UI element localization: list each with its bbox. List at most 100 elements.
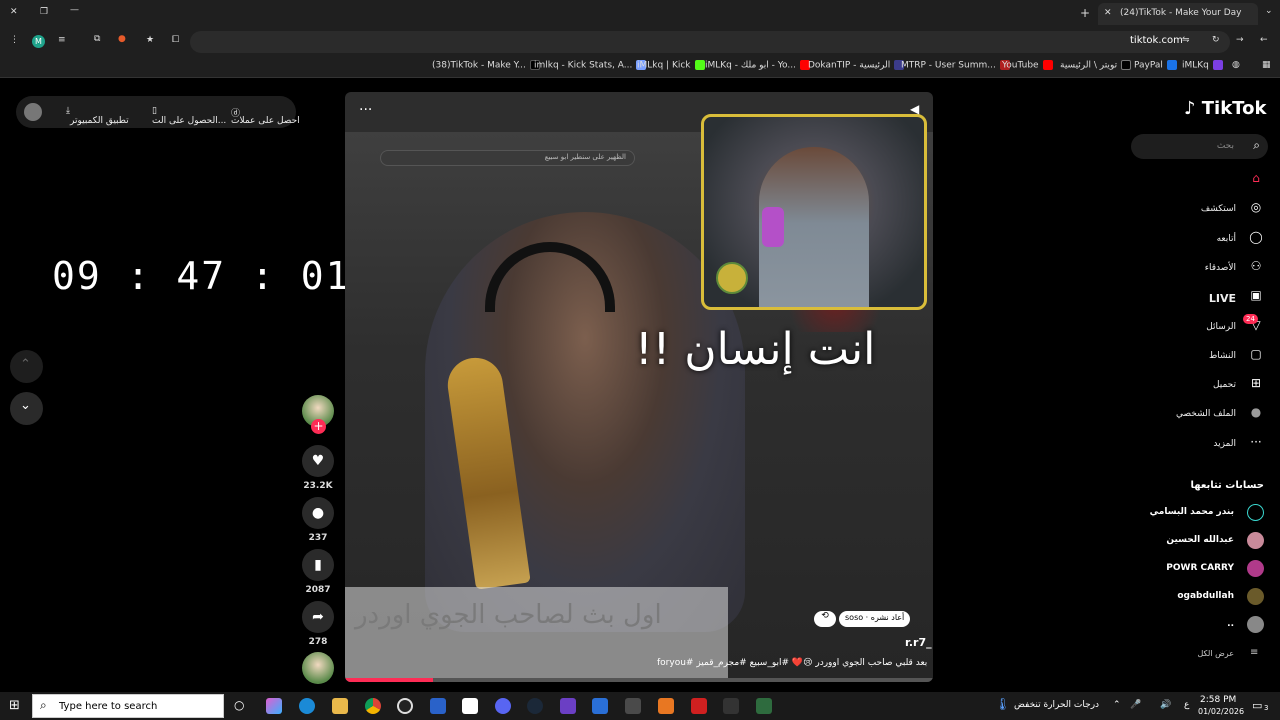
sidebar-item-label[interactable]: المزيد — [1213, 439, 1236, 449]
compass-icon[interactable]: ◎ — [1247, 200, 1265, 218]
see-all-link[interactable]: عرض الكل — [1197, 649, 1234, 658]
sidebar-item-label[interactable]: أتابعه — [1217, 234, 1236, 244]
capcut-icon[interactable] — [462, 698, 478, 714]
profile-icon[interactable]: ● — [1247, 405, 1265, 423]
following-name[interactable]: عبدالله الحسين — [1166, 535, 1234, 545]
bookmark-item[interactable]: imlkq - Kick Stats, A... — [534, 60, 647, 71]
app-icon[interactable] — [592, 698, 608, 714]
share-button[interactable]: ➦ — [302, 601, 334, 633]
coins-link[interactable]: احصل على عملات ⓓ — [231, 106, 300, 126]
forward-icon[interactable]: → — [1236, 35, 1244, 45]
following-avatar[interactable] — [1247, 560, 1264, 577]
close-window-icon[interactable]: ✕ — [10, 7, 18, 17]
user-avatar[interactable] — [24, 103, 42, 121]
language-indicator[interactable]: ع — [1184, 700, 1189, 710]
bookmark-star-icon[interactable]: ★ — [146, 35, 154, 45]
all-bookmarks-icon[interactable]: ▦ — [1262, 60, 1271, 70]
bookmark-item[interactable]: تويتر \ الرئيسية — [1060, 60, 1132, 71]
edge-icon[interactable] — [299, 698, 315, 714]
sound-avatar[interactable] — [302, 652, 334, 684]
like-button[interactable]: ♥ — [302, 445, 334, 477]
sidebar-item-label[interactable]: LIVE — [1209, 292, 1236, 305]
sidebar-item-label[interactable]: الرسائل — [1206, 322, 1236, 332]
following-icon[interactable]: ◯ — [1247, 230, 1265, 248]
extension-fire-icon[interactable]: ● — [118, 34, 126, 44]
search-input[interactable]: بحث ⌕ — [1131, 134, 1268, 159]
bookmark-item[interactable]: DokanTIP - الرئيسية — [808, 60, 905, 71]
minimize-icon[interactable]: — — [70, 5, 79, 15]
desktop-app-link[interactable]: ⤓ تطبيق الكمبيوتر — [66, 106, 129, 126]
following-avatar[interactable] — [1247, 588, 1264, 605]
activity-icon[interactable]: ▢ — [1247, 347, 1265, 365]
next-video-button[interactable]: ⌄ — [10, 392, 43, 425]
globe-icon[interactable]: ◍ — [1232, 60, 1240, 70]
repost-icon[interactable]: ⟲ — [814, 611, 836, 627]
tab-tiktok[interactable]: ✕ (24)TikTok - Make Your Day — [1098, 3, 1258, 25]
following-name[interactable]: POWR CARRY — [1166, 563, 1234, 573]
new-tab-icon[interactable]: + — [1080, 6, 1090, 20]
omnibox[interactable]: ★ ⧠ tiktok.com ⇋ — [146, 31, 1230, 53]
more-icon[interactable]: ··· — [1247, 435, 1265, 453]
get-app-link[interactable]: الحصول على الت... ▯ — [152, 106, 226, 126]
mute-icon[interactable]: ◀ — [910, 102, 919, 116]
menu-icon[interactable]: ⋮ — [10, 35, 19, 45]
bookmark-item[interactable]: iMLKq — [1182, 60, 1223, 71]
bookmark-item[interactable]: (38)TikTok - Make Y... — [432, 60, 540, 71]
video-options-icon[interactable]: ··· — [359, 102, 372, 118]
friends-icon[interactable]: ⚇ — [1247, 259, 1265, 277]
steam-icon[interactable] — [527, 698, 543, 714]
sidebar-item-label[interactable]: النشاط — [1209, 351, 1236, 361]
sidebar-item-label[interactable]: الملف الشخصي — [1176, 409, 1236, 419]
copilot-m365-icon[interactable] — [560, 698, 576, 714]
extensions-icon[interactable]: ⧉ — [94, 34, 100, 44]
restore-icon[interactable]: ❐ — [40, 7, 48, 17]
video-progress-bar[interactable] — [345, 678, 933, 682]
weather-text[interactable]: درجات الحرارة تنخفض — [1014, 700, 1099, 710]
home-icon[interactable]: ⌂ — [1247, 171, 1265, 189]
capcut-editor-icon[interactable] — [723, 698, 739, 714]
mail-icon[interactable] — [430, 698, 446, 714]
show-hidden-icons[interactable]: ⌃ — [1113, 700, 1121, 710]
tiktok-logo[interactable]: ♪ TikTok — [1184, 98, 1266, 119]
comment-button[interactable]: ● — [302, 497, 334, 529]
windows-start-icon[interactable]: ⊞ — [9, 698, 20, 713]
bookmark-item[interactable]: MTRP - User Summ... — [901, 60, 1010, 71]
speaker-icon[interactable]: 🔊 — [1160, 700, 1171, 710]
following-avatar[interactable] — [1247, 616, 1264, 633]
following-name[interactable]: بندر محمد البسامي — [1150, 507, 1234, 517]
upload-icon[interactable]: ⊞ — [1247, 376, 1265, 394]
taskbar-search[interactable]: ⌕ Type here to search — [32, 694, 224, 718]
app-icon[interactable] — [691, 698, 707, 714]
following-name[interactable]: .. — [1227, 619, 1234, 629]
taskbar-time[interactable]: 2:58 PM — [1200, 695, 1236, 705]
previous-video-button[interactable]: ⌃ — [10, 350, 43, 383]
media-icon[interactable]: ≡ — [58, 35, 66, 45]
copilot-icon[interactable] — [266, 698, 282, 714]
notification-icon[interactable]: ▭ — [1252, 699, 1262, 712]
task-view-icon[interactable]: ○ — [234, 698, 244, 712]
close-tab-icon[interactable]: ✕ — [1104, 8, 1112, 18]
app-icon[interactable] — [658, 698, 674, 714]
sidebar-item-label[interactable]: الأصدقاء — [1205, 263, 1236, 273]
save-button[interactable]: ▮ — [302, 549, 334, 581]
sidebar-item-label[interactable]: تحميل — [1213, 380, 1236, 390]
microphone-icon[interactable]: 🎤 — [1130, 700, 1141, 710]
follow-plus-icon[interactable]: + — [311, 419, 326, 434]
reload-icon[interactable]: ↻ — [1212, 35, 1220, 45]
bookmark-item[interactable]: PayPal — [1134, 60, 1177, 71]
obs-icon[interactable] — [397, 698, 413, 714]
site-settings-icon[interactable]: ⇋ — [1182, 35, 1190, 45]
excel-icon[interactable] — [756, 698, 772, 714]
sidebar-item-label[interactable]: استكشف — [1201, 204, 1236, 214]
file-explorer-icon[interactable] — [332, 698, 348, 714]
app-icon[interactable] — [625, 698, 641, 714]
video-author[interactable]: r.r7_ — [905, 636, 932, 649]
taskbar-date[interactable]: 01/02/2026 — [1198, 707, 1244, 716]
bookmark-item[interactable]: YouTube — [1002, 60, 1053, 71]
back-icon[interactable]: ← — [1260, 35, 1268, 45]
chrome-icon[interactable] — [365, 698, 381, 714]
bookmark-item[interactable]: iMLKq - ابو ملك - Yo... — [705, 60, 810, 71]
following-avatar[interactable] — [1247, 532, 1264, 549]
following-name[interactable]: ogabdullah — [1177, 591, 1234, 601]
following-avatar[interactable] — [1247, 504, 1264, 521]
